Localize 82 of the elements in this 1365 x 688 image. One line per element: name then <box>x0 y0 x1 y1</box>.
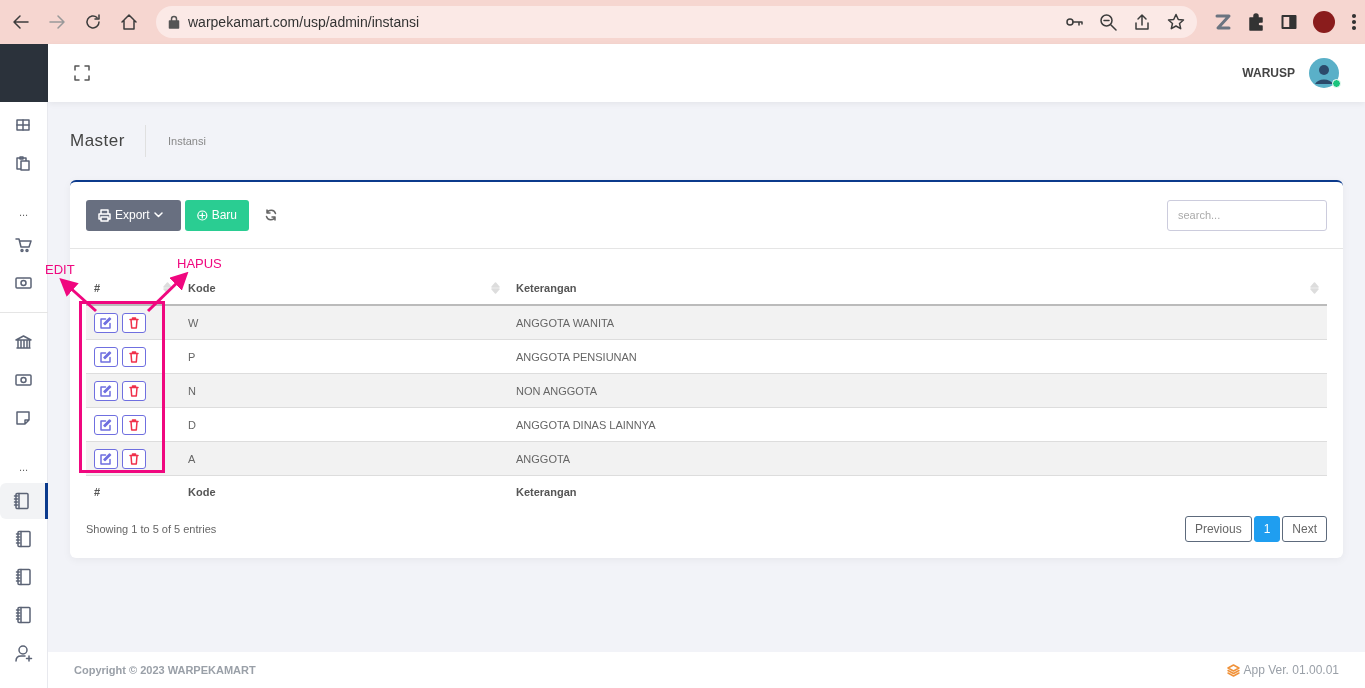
column-header[interactable]: Kode <box>188 282 216 294</box>
sidebar-icon[interactable] <box>1281 14 1297 30</box>
entries-info: Showing 1 to 5 of 5 entries <box>86 523 217 535</box>
zoom-out-icon[interactable] <box>1099 13 1117 31</box>
cart-icon <box>14 237 33 255</box>
trash-icon <box>129 316 139 329</box>
profile-avatar[interactable] <box>1313 11 1335 33</box>
table-cell: ANGGOTA <box>516 452 571 465</box>
notebook-icon <box>14 530 33 548</box>
annotation-label: EDIT <box>45 262 75 277</box>
table-cell: A <box>188 452 196 465</box>
delete-button[interactable] <box>122 346 146 367</box>
notebook-icon <box>14 606 33 624</box>
user-name: WARUSP <box>1242 66 1295 80</box>
section-dots: ... <box>18 205 29 220</box>
search-field[interactable]: search... <box>1167 199 1327 231</box>
column-footer: Kode <box>188 486 216 498</box>
column-header[interactable]: Keterangan <box>516 282 577 294</box>
copyright-text: Copyright © 2023 WARPEKAMART <box>74 664 256 676</box>
delete-button[interactable] <box>122 448 146 469</box>
table-cell: P <box>188 350 196 363</box>
puzzle-icon[interactable] <box>1247 13 1265 31</box>
caret-icon <box>153 212 163 218</box>
table-cell: NON ANGGOTA <box>516 384 598 397</box>
sidebar-item[interactable] <box>0 483 48 519</box>
table-cell: ANGGOTA WANITA <box>516 316 615 329</box>
pagination-button[interactable]: Previous <box>1184 516 1252 542</box>
edit-icon <box>100 452 112 465</box>
edit-icon <box>100 418 112 431</box>
edit-button[interactable] <box>94 346 118 367</box>
user-add-icon <box>14 644 33 662</box>
section-dots: ... <box>18 460 29 475</box>
edit-icon <box>100 384 112 397</box>
column-footer: Keterangan <box>516 486 577 498</box>
trash-icon <box>129 418 139 431</box>
edit-button[interactable] <box>94 448 118 469</box>
table-cell: D <box>188 418 196 431</box>
notebook-icon <box>13 492 31 510</box>
fullscreen-icon[interactable] <box>74 65 90 81</box>
edit-button[interactable] <box>94 380 118 401</box>
user-avatar[interactable] <box>1309 58 1339 88</box>
extension-icon[interactable] <box>1215 13 1231 31</box>
edit-icon <box>100 316 112 329</box>
delete-button[interactable] <box>122 380 146 401</box>
annotation-label: HAPUS <box>177 256 222 271</box>
delete-button[interactable] <box>122 312 146 333</box>
refresh-icon[interactable] <box>265 209 277 221</box>
table-cell: N <box>188 384 196 397</box>
menu-icon[interactable] <box>1351 13 1357 31</box>
page-title: Master <box>70 125 146 157</box>
table-cell: ANGGOTA PENSIUNAN <box>516 350 637 363</box>
trash-icon <box>129 384 139 397</box>
table-cell: ANGGOTA DINAS LAINNYA <box>516 418 656 431</box>
sidebar-logo-block <box>0 44 48 102</box>
forward-icon[interactable] <box>48 13 66 31</box>
clipboard-icon <box>14 155 33 173</box>
reload-icon[interactable] <box>84 13 102 31</box>
home-icon[interactable] <box>120 13 138 31</box>
column-header[interactable]: # <box>94 282 101 294</box>
lock-icon <box>168 15 180 29</box>
plus-circle-icon <box>197 208 208 222</box>
printer-icon <box>98 208 111 222</box>
delete-button[interactable] <box>122 414 146 435</box>
share-icon[interactable] <box>1133 13 1151 31</box>
layers-icon <box>1226 663 1240 677</box>
edit-button[interactable] <box>94 312 118 333</box>
app-version: App Ver. 01.00.01 <box>1243 663 1339 677</box>
sort-icon[interactable] <box>163 282 172 294</box>
note-icon <box>14 410 33 428</box>
table-cell: W <box>188 316 199 329</box>
column-footer: # <box>94 486 101 498</box>
pagination-button[interactable]: Next <box>1282 516 1327 542</box>
trash-icon <box>129 452 139 465</box>
export-button[interactable]: Export <box>86 199 181 231</box>
back-icon[interactable] <box>12 13 30 31</box>
star-icon[interactable] <box>1167 13 1185 31</box>
notebook-icon <box>14 568 33 586</box>
edit-icon <box>100 350 112 363</box>
breadcrumb-item[interactable]: Instansi <box>167 135 206 147</box>
trash-icon <box>129 350 139 363</box>
bank-icon <box>14 334 33 352</box>
edit-button[interactable] <box>94 414 118 435</box>
